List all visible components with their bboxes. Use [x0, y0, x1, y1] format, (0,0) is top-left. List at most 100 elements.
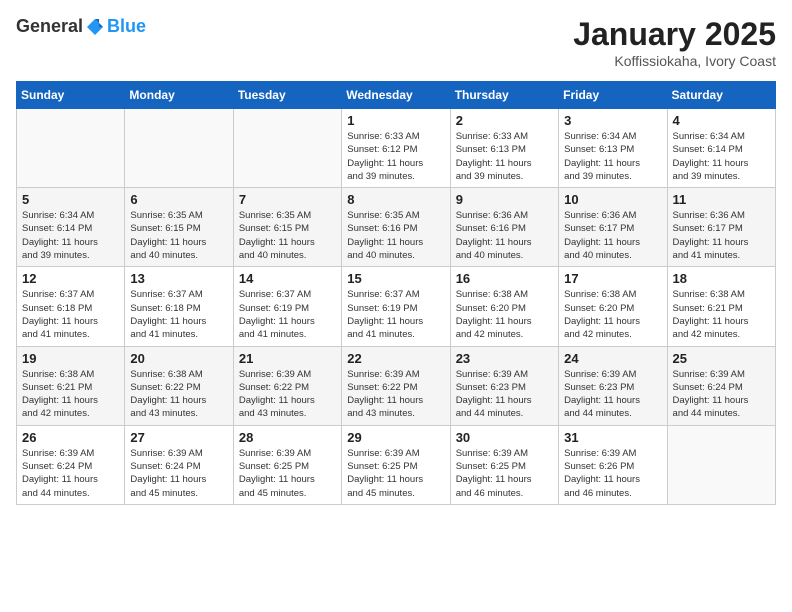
- logo-icon: [85, 17, 105, 37]
- day-number: 25: [673, 351, 770, 366]
- logo: General Blue: [16, 16, 146, 37]
- day-info: Sunrise: 6:33 AM Sunset: 6:12 PM Dayligh…: [347, 130, 444, 183]
- day-info: Sunrise: 6:39 AM Sunset: 6:25 PM Dayligh…: [456, 447, 553, 500]
- day-number: 2: [456, 113, 553, 128]
- calendar-cell: [233, 109, 341, 188]
- weekday-header-thursday: Thursday: [450, 82, 558, 109]
- weekday-header-tuesday: Tuesday: [233, 82, 341, 109]
- day-number: 19: [22, 351, 119, 366]
- weekday-header-monday: Monday: [125, 82, 233, 109]
- day-info: Sunrise: 6:37 AM Sunset: 6:18 PM Dayligh…: [22, 288, 119, 341]
- day-info: Sunrise: 6:38 AM Sunset: 6:20 PM Dayligh…: [564, 288, 661, 341]
- day-info: Sunrise: 6:33 AM Sunset: 6:13 PM Dayligh…: [456, 130, 553, 183]
- day-info: Sunrise: 6:36 AM Sunset: 6:16 PM Dayligh…: [456, 209, 553, 262]
- calendar-cell: 19 Sunrise: 6:38 AM Sunset: 6:21 PM Dayli…: [17, 346, 125, 425]
- day-number: 11: [673, 192, 770, 207]
- day-info: Sunrise: 6:35 AM Sunset: 6:16 PM Dayligh…: [347, 209, 444, 262]
- calendar-cell: 26Sunrise: 6:39 AM Sunset: 6:24 PM Dayli…: [17, 425, 125, 504]
- day-number: 27: [130, 430, 227, 445]
- weekday-header-sunday: Sunday: [17, 82, 125, 109]
- day-info: Sunrise: 6:37 AM Sunset: 6:19 PM Dayligh…: [239, 288, 336, 341]
- calendar-cell: 8 Sunrise: 6:35 AM Sunset: 6:16 PM Daylig…: [342, 188, 450, 267]
- day-info: Sunrise: 6:39 AM Sunset: 6:23 PM Dayligh…: [564, 368, 661, 421]
- calendar-cell: 27Sunrise: 6:39 AM Sunset: 6:24 PM Dayli…: [125, 425, 233, 504]
- day-number: 21: [239, 351, 336, 366]
- calendar-week-4: 19 Sunrise: 6:38 AM Sunset: 6:21 PM Dayli…: [17, 346, 776, 425]
- calendar-cell: 12 Sunrise: 6:37 AM Sunset: 6:18 PM Dayli…: [17, 267, 125, 346]
- calendar-cell: 14 Sunrise: 6:37 AM Sunset: 6:19 PM Dayli…: [233, 267, 341, 346]
- day-info: Sunrise: 6:39 AM Sunset: 6:22 PM Dayligh…: [347, 368, 444, 421]
- calendar-cell: 3 Sunrise: 6:34 AM Sunset: 6:13 PM Daylig…: [559, 109, 667, 188]
- day-number: 13: [130, 271, 227, 286]
- day-number: 3: [564, 113, 661, 128]
- calendar-week-2: 5 Sunrise: 6:34 AM Sunset: 6:14 PM Daylig…: [17, 188, 776, 267]
- day-number: 18: [673, 271, 770, 286]
- day-info: Sunrise: 6:38 AM Sunset: 6:20 PM Dayligh…: [456, 288, 553, 341]
- day-number: 12: [22, 271, 119, 286]
- day-info: Sunrise: 6:34 AM Sunset: 6:14 PM Dayligh…: [673, 130, 770, 183]
- calendar-cell: 30Sunrise: 6:39 AM Sunset: 6:25 PM Dayli…: [450, 425, 558, 504]
- calendar-cell: 18 Sunrise: 6:38 AM Sunset: 6:21 PM Dayli…: [667, 267, 775, 346]
- calendar-cell: 5 Sunrise: 6:34 AM Sunset: 6:14 PM Daylig…: [17, 188, 125, 267]
- day-number: 31: [564, 430, 661, 445]
- calendar-cell: 11 Sunrise: 6:36 AM Sunset: 6:17 PM Dayli…: [667, 188, 775, 267]
- day-info: Sunrise: 6:39 AM Sunset: 6:25 PM Dayligh…: [239, 447, 336, 500]
- calendar-cell: 10 Sunrise: 6:36 AM Sunset: 6:17 PM Dayli…: [559, 188, 667, 267]
- day-info: Sunrise: 6:39 AM Sunset: 6:25 PM Dayligh…: [347, 447, 444, 500]
- calendar-cell: [17, 109, 125, 188]
- calendar-cell: 17 Sunrise: 6:38 AM Sunset: 6:20 PM Dayli…: [559, 267, 667, 346]
- day-number: 22: [347, 351, 444, 366]
- day-number: 7: [239, 192, 336, 207]
- day-number: 14: [239, 271, 336, 286]
- calendar-week-1: 1 Sunrise: 6:33 AM Sunset: 6:12 PM Daylig…: [17, 109, 776, 188]
- calendar-cell: 2 Sunrise: 6:33 AM Sunset: 6:13 PM Daylig…: [450, 109, 558, 188]
- calendar-cell: 4 Sunrise: 6:34 AM Sunset: 6:14 PM Daylig…: [667, 109, 775, 188]
- logo-general-text: General: [16, 16, 83, 37]
- day-info: Sunrise: 6:39 AM Sunset: 6:22 PM Dayligh…: [239, 368, 336, 421]
- calendar-cell: [125, 109, 233, 188]
- day-info: Sunrise: 6:35 AM Sunset: 6:15 PM Dayligh…: [130, 209, 227, 262]
- day-info: Sunrise: 6:37 AM Sunset: 6:19 PM Dayligh…: [347, 288, 444, 341]
- day-number: 17: [564, 271, 661, 286]
- weekday-header-row: SundayMondayTuesdayWednesdayThursdayFrid…: [17, 82, 776, 109]
- day-info: Sunrise: 6:35 AM Sunset: 6:15 PM Dayligh…: [239, 209, 336, 262]
- day-info: Sunrise: 6:39 AM Sunset: 6:23 PM Dayligh…: [456, 368, 553, 421]
- page-header: General Blue January 2025 Koffissiokaha,…: [16, 16, 776, 69]
- weekday-header-saturday: Saturday: [667, 82, 775, 109]
- day-number: 8: [347, 192, 444, 207]
- calendar-cell: 21 Sunrise: 6:39 AM Sunset: 6:22 PM Dayli…: [233, 346, 341, 425]
- calendar-cell: 24 Sunrise: 6:39 AM Sunset: 6:23 PM Dayli…: [559, 346, 667, 425]
- day-number: 4: [673, 113, 770, 128]
- calendar-cell: [667, 425, 775, 504]
- day-number: 10: [564, 192, 661, 207]
- day-number: 29: [347, 430, 444, 445]
- day-info: Sunrise: 6:39 AM Sunset: 6:26 PM Dayligh…: [564, 447, 661, 500]
- day-number: 23: [456, 351, 553, 366]
- day-info: Sunrise: 6:39 AM Sunset: 6:24 PM Dayligh…: [673, 368, 770, 421]
- calendar-cell: 1 Sunrise: 6:33 AM Sunset: 6:12 PM Daylig…: [342, 109, 450, 188]
- location-subtitle: Koffissiokaha, Ivory Coast: [573, 53, 776, 69]
- day-number: 6: [130, 192, 227, 207]
- weekday-header-wednesday: Wednesday: [342, 82, 450, 109]
- calendar-table: SundayMondayTuesdayWednesdayThursdayFrid…: [16, 81, 776, 505]
- day-info: Sunrise: 6:36 AM Sunset: 6:17 PM Dayligh…: [673, 209, 770, 262]
- month-title: January 2025: [573, 16, 776, 53]
- day-number: 1: [347, 113, 444, 128]
- day-number: 20: [130, 351, 227, 366]
- calendar-cell: 29 Sunrise: 6:39 AM Sunset: 6:25 PM Dayli…: [342, 425, 450, 504]
- day-info: Sunrise: 6:38 AM Sunset: 6:21 PM Dayligh…: [673, 288, 770, 341]
- day-number: 5: [22, 192, 119, 207]
- day-info: Sunrise: 6:38 AM Sunset: 6:21 PM Dayligh…: [22, 368, 119, 421]
- day-info: Sunrise: 6:34 AM Sunset: 6:13 PM Dayligh…: [564, 130, 661, 183]
- day-number: 15: [347, 271, 444, 286]
- day-number: 24: [564, 351, 661, 366]
- calendar-cell: 13 Sunrise: 6:37 AM Sunset: 6:18 PM Dayli…: [125, 267, 233, 346]
- day-info: Sunrise: 6:36 AM Sunset: 6:17 PM Dayligh…: [564, 209, 661, 262]
- day-info: Sunrise: 6:34 AM Sunset: 6:14 PM Dayligh…: [22, 209, 119, 262]
- calendar-cell: 16 Sunrise: 6:38 AM Sunset: 6:20 PM Dayli…: [450, 267, 558, 346]
- day-info: Sunrise: 6:39 AM Sunset: 6:24 PM Dayligh…: [22, 447, 119, 500]
- day-number: 16: [456, 271, 553, 286]
- day-info: Sunrise: 6:37 AM Sunset: 6:18 PM Dayligh…: [130, 288, 227, 341]
- calendar-cell: 7 Sunrise: 6:35 AM Sunset: 6:15 PM Daylig…: [233, 188, 341, 267]
- calendar-cell: 22 Sunrise: 6:39 AM Sunset: 6:22 PM Dayli…: [342, 346, 450, 425]
